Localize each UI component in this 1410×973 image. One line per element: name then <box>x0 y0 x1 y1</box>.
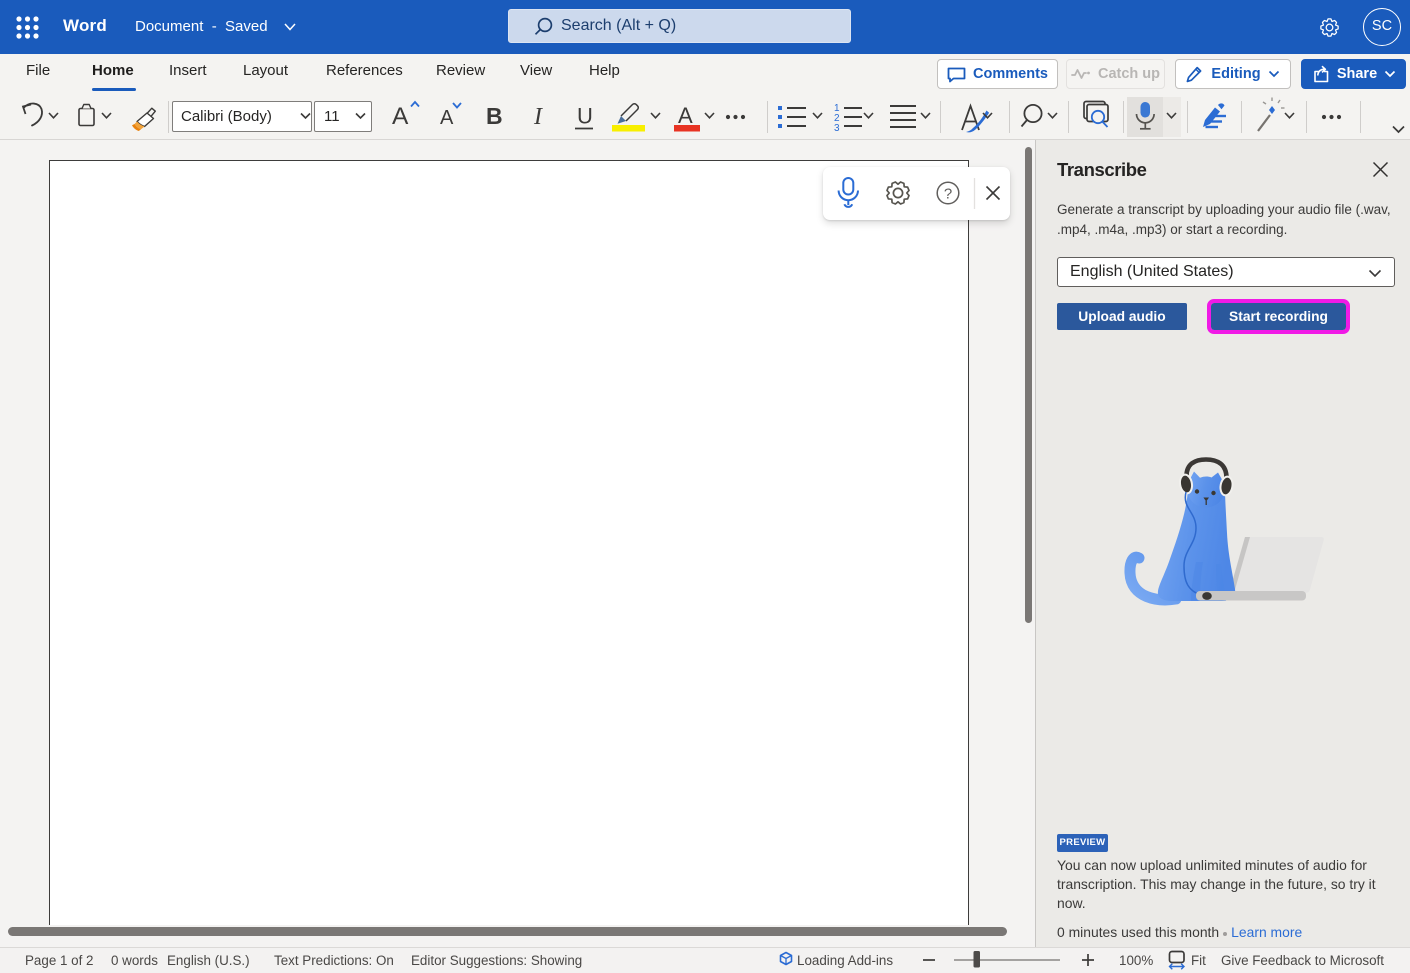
svg-text:I: I <box>533 104 543 130</box>
svg-text:3: 3 <box>834 123 840 134</box>
svg-text:?: ? <box>944 186 952 203</box>
svg-text:A: A <box>678 103 693 128</box>
svg-text:A: A <box>392 103 409 130</box>
svg-text:U: U <box>577 104 593 129</box>
svg-text:B: B <box>486 103 503 129</box>
svg-text:A: A <box>440 107 454 129</box>
